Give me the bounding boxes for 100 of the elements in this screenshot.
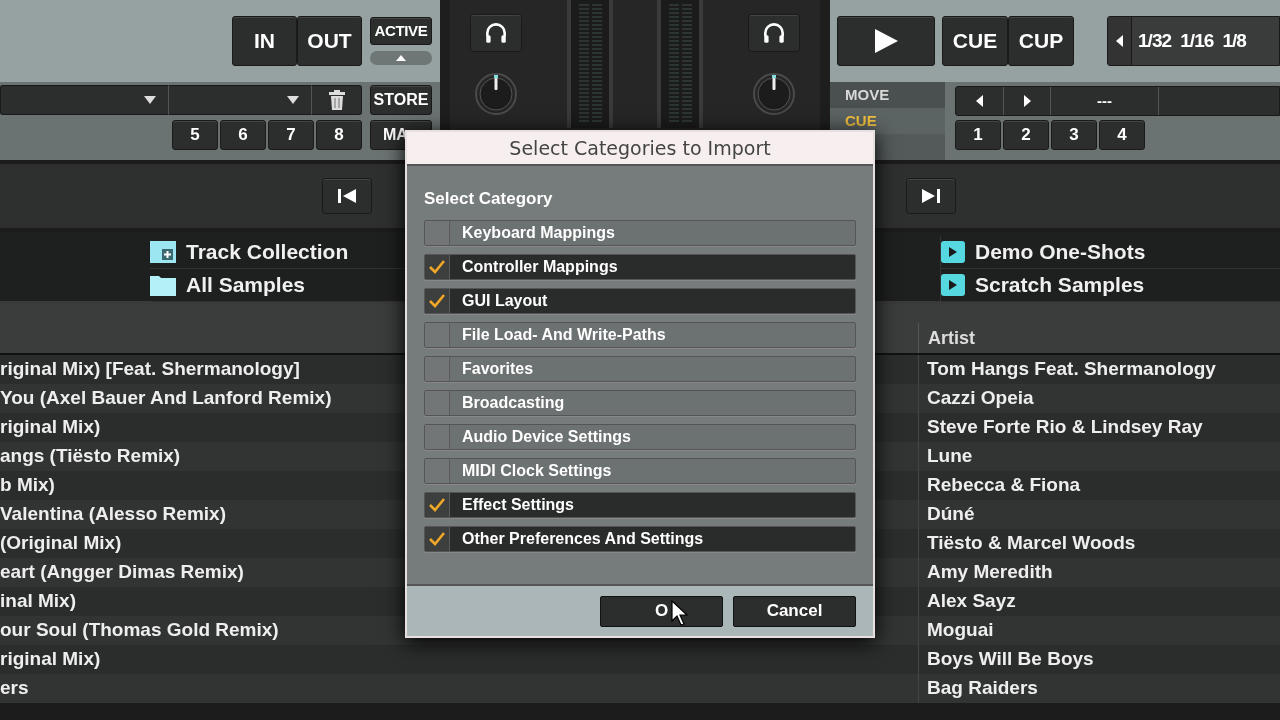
- skip-back-button[interactable]: [322, 178, 372, 214]
- knob[interactable]: [752, 72, 796, 116]
- hotcue-button[interactable]: 1: [955, 120, 1001, 150]
- category-option[interactable]: Favorites: [424, 355, 856, 382]
- table-cell: inal Mix): [0, 590, 76, 612]
- loop-button[interactable]: OUT: [297, 16, 362, 66]
- category-option[interactable]: Controller Mappings: [424, 253, 856, 280]
- hotcue-button[interactable]: 2: [1003, 120, 1049, 150]
- table-cell: b Mix): [0, 474, 55, 496]
- table-cell: ers: [0, 677, 29, 699]
- up-arrow-icon: [396, 55, 406, 61]
- category-option[interactable]: Other Preferences And Settings: [424, 525, 856, 552]
- category-option[interactable]: Effect Settings: [424, 491, 856, 518]
- table-cell: Valentina (Alesso Remix): [0, 503, 226, 525]
- dialog-title: Select Categories to Import: [407, 132, 873, 166]
- mode-option[interactable]: MOVE: [830, 82, 945, 108]
- cue-button[interactable]: CUE: [942, 16, 1008, 66]
- checkbox[interactable]: [425, 424, 450, 449]
- knob[interactable]: [474, 72, 518, 116]
- checkmark-icon: [429, 497, 445, 512]
- table-cell: riginal Mix): [0, 416, 101, 438]
- category-label: GUI Layout: [461, 290, 548, 311]
- caret-icon: [287, 96, 299, 104]
- loop-size-option[interactable]: 1/8: [1222, 26, 1246, 56]
- category-label: MIDI Clock Settings: [461, 460, 612, 481]
- tree-item-label[interactable]: Scratch Samples: [975, 269, 1145, 301]
- cue-button[interactable]: CUP: [1008, 16, 1074, 66]
- table-cell: Bag Raiders: [918, 674, 1280, 703]
- hotcue-button[interactable]: 8: [316, 120, 362, 150]
- checkbox[interactable]: [425, 458, 450, 483]
- store-button[interactable]: STORE: [370, 85, 432, 115]
- hotcue-button[interactable]: 6: [220, 120, 266, 150]
- delete-button[interactable]: [312, 85, 362, 115]
- trash-icon: [328, 90, 345, 110]
- dialog-button[interactable]: O: [600, 595, 723, 627]
- checkbox[interactable]: [425, 220, 450, 245]
- playlist-icon: [941, 274, 965, 296]
- category-option[interactable]: MIDI Clock Settings: [424, 457, 856, 484]
- category-label: Broadcasting: [461, 392, 565, 413]
- active-button[interactable]: ACTIVE: [370, 17, 432, 45]
- hotcue-button[interactable]: 3: [1051, 120, 1097, 150]
- checkbox[interactable]: [425, 356, 450, 381]
- play-button[interactable]: [837, 16, 935, 66]
- category-label: Favorites: [461, 358, 534, 379]
- left-arrow-icon: [1116, 35, 1123, 47]
- right-arrow-icon: [1023, 95, 1031, 107]
- hotcue-button[interactable]: 4: [1099, 120, 1145, 150]
- table-cell: riginal Mix): [0, 648, 101, 670]
- playlist-icon: [941, 241, 965, 263]
- table-cell: our Soul (Thomas Gold Remix): [0, 619, 279, 641]
- table-cell: You (Axel Bauer And Lanford Remix): [0, 387, 332, 409]
- collection-icon: [150, 241, 176, 263]
- left-arrow-icon: [976, 95, 983, 107]
- skip-forward-button[interactable]: [906, 178, 956, 214]
- tree-item-label[interactable]: Demo One-Shots: [975, 236, 1146, 268]
- checkbox[interactable]: [425, 492, 450, 517]
- hotcue-button[interactable]: 7: [268, 120, 314, 150]
- column-header[interactable]: Artist: [918, 323, 1280, 353]
- category-option[interactable]: Audio Device Settings: [424, 423, 856, 450]
- dialog-button[interactable]: Cancel: [733, 595, 856, 627]
- mouse-pointer-icon: [671, 599, 689, 626]
- category-option[interactable]: Broadcasting: [424, 389, 856, 416]
- checkbox[interactable]: [425, 288, 450, 313]
- checkmark-icon: [429, 259, 445, 274]
- skip-forward-icon: [922, 189, 940, 203]
- hotcue-button[interactable]: 5: [172, 120, 218, 150]
- checkbox[interactable]: [425, 254, 450, 279]
- play-icon: [873, 28, 899, 54]
- loop-button[interactable]: IN: [232, 16, 297, 66]
- section-label: Select Category: [424, 188, 554, 210]
- table-cell: (Original Mix): [0, 532, 122, 554]
- jump-size-value: ---: [1051, 87, 1159, 115]
- category-label: File Load- And Write-Paths: [461, 324, 666, 345]
- category-option[interactable]: GUI Layout: [424, 287, 856, 314]
- category-label: Audio Device Settings: [461, 426, 631, 447]
- skip-back-icon: [338, 189, 356, 203]
- category-label: Keyboard Mappings: [461, 222, 615, 243]
- table-cell: angs (Tiësto Remix): [0, 445, 181, 467]
- loop-size-back-button[interactable]: [1108, 17, 1132, 65]
- checkbox[interactable]: [425, 322, 450, 347]
- category-label: Controller Mappings: [461, 256, 618, 277]
- headphones-icon: [761, 20, 787, 46]
- category-option[interactable]: Keyboard Mappings: [424, 219, 856, 246]
- headphones-icon: [483, 20, 509, 46]
- caret-icon: [144, 96, 156, 104]
- category-label: Other Preferences And Settings: [461, 528, 704, 549]
- checkmark-icon: [429, 531, 445, 546]
- category-option[interactable]: File Load- And Write-Paths: [424, 321, 856, 348]
- checkbox[interactable]: [425, 526, 450, 551]
- checkmark-icon: [429, 293, 445, 308]
- table-cell: eart (Angger Dimas Remix): [0, 561, 244, 583]
- tree-item-label[interactable]: Track Collection: [186, 236, 349, 268]
- loop-size-option[interactable]: 1/32: [1138, 26, 1172, 56]
- tree-item-label[interactable]: All Samples: [186, 269, 306, 301]
- loop-size-option[interactable]: 1/16: [1180, 26, 1214, 56]
- collapse-toggle[interactable]: [370, 51, 432, 65]
- checkbox[interactable]: [425, 390, 450, 415]
- headphone-cue-button[interactable]: [748, 14, 800, 52]
- headphone-cue-button[interactable]: [470, 14, 522, 52]
- folder-icon: [150, 274, 176, 296]
